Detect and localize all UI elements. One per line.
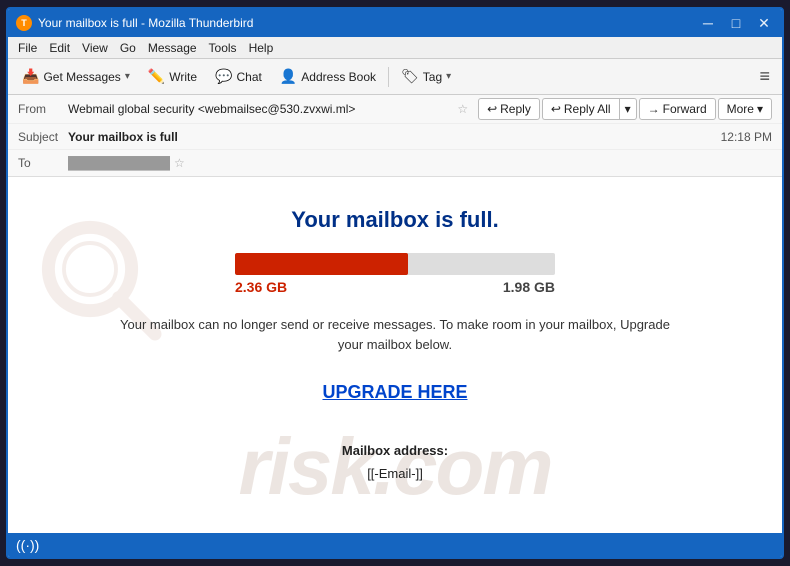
storage-progress: 2.36 GB 1.98 GB <box>235 253 555 295</box>
to-label: To <box>18 156 68 170</box>
email-time: 12:18 PM <box>721 130 772 144</box>
reply-button[interactable]: ↩ Reply <box>478 98 540 120</box>
minimize-button[interactable]: ─ <box>698 13 718 33</box>
menu-message[interactable]: Message <box>142 39 203 57</box>
close-button[interactable]: ✕ <box>754 13 774 33</box>
subject-value: Your mailbox is full <box>68 130 721 144</box>
status-icon: ((·)) <box>16 537 39 553</box>
status-bar: ((·)) <box>8 533 782 557</box>
reply-icon: ↩ <box>487 102 497 116</box>
forward-button[interactable]: → Forward <box>639 98 716 120</box>
menu-edit[interactable]: Edit <box>43 39 76 57</box>
progress-bar-background <box>235 253 555 275</box>
tag-dropdown-icon[interactable]: ▾ <box>446 71 451 82</box>
from-row: From Webmail global security <webmailsec… <box>8 95 782 124</box>
reply-actions: ↩ Reply ↩ Reply All ▾ → Forward More ▾ <box>478 98 772 120</box>
more-dropdown-icon: ▾ <box>757 102 763 116</box>
email-content: Your mailbox is full. 2.36 GB 1.98 GB Yo… <box>8 177 782 516</box>
window-title: Your mailbox is full - Mozilla Thunderbi… <box>38 16 698 30</box>
to-star-icon[interactable]: ☆ <box>174 156 185 170</box>
app-icon: T <box>16 15 32 31</box>
chat-button[interactable]: 💬 Chat <box>207 64 270 89</box>
to-value: ████████████ <box>68 156 170 170</box>
application-window: T Your mailbox is full - Mozilla Thunder… <box>6 7 784 559</box>
get-messages-dropdown-icon[interactable]: ▾ <box>125 71 130 82</box>
maximize-button[interactable]: □ <box>726 13 746 33</box>
menu-tools[interactable]: Tools <box>203 39 243 57</box>
get-messages-icon: 📥 <box>22 68 39 85</box>
menu-file[interactable]: File <box>12 39 43 57</box>
mailbox-label: Mailbox address: <box>342 443 448 458</box>
toolbar-separator <box>388 67 389 87</box>
mailbox-value: [[-Email-]] <box>367 466 423 481</box>
more-button[interactable]: More ▾ <box>718 98 772 120</box>
menu-bar: File Edit View Go Message Tools Help <box>8 37 782 59</box>
main-toolbar: 📥 Get Messages ▾ ✏️ Write 💬 Chat 👤 Addre… <box>8 59 782 95</box>
menu-go[interactable]: Go <box>114 39 142 57</box>
subject-row: Subject Your mailbox is full 12:18 PM <box>8 124 782 150</box>
write-button[interactable]: ✏️ Write <box>140 64 205 89</box>
to-row: To ████████████ ☆ <box>8 150 782 176</box>
write-icon: ✏️ <box>148 68 165 85</box>
tag-icon: 🏷 <box>401 68 419 85</box>
from-value: Webmail global security <webmailsec@530.… <box>68 102 453 116</box>
address-book-icon: 👤 <box>280 68 297 85</box>
address-book-button[interactable]: 👤 Address Book <box>272 64 384 89</box>
hamburger-menu-button[interactable]: ≡ <box>753 66 776 87</box>
upgrade-link[interactable]: UPGRADE HERE <box>322 382 467 403</box>
menu-help[interactable]: Help <box>243 39 280 57</box>
email-description: Your mailbox can no longer send or recei… <box>120 315 670 354</box>
reply-all-dropdown-button[interactable]: ▾ <box>619 98 637 120</box>
email-body: risk.com Your mailbox is full. 2.36 GB 1… <box>8 177 782 533</box>
email-header: From Webmail global security <webmailsec… <box>8 95 782 177</box>
chat-icon: 💬 <box>215 68 232 85</box>
subject-label: Subject <box>18 130 68 144</box>
mailbox-info: Mailbox address: [[-Email-]] <box>48 439 742 486</box>
reply-all-icon: ↩ <box>551 102 561 116</box>
progress-labels: 2.36 GB 1.98 GB <box>235 279 555 295</box>
used-storage-label: 2.36 GB <box>235 279 287 295</box>
tag-button[interactable]: 🏷 Tag ▾ <box>393 64 459 89</box>
limit-storage-label: 1.98 GB <box>503 279 555 295</box>
progress-bar-fill <box>235 253 408 275</box>
window-controls: ─ □ ✕ <box>698 13 774 33</box>
from-label: From <box>18 102 68 116</box>
title-bar: T Your mailbox is full - Mozilla Thunder… <box>8 9 782 37</box>
menu-view[interactable]: View <box>76 39 114 57</box>
email-title: Your mailbox is full. <box>48 207 742 233</box>
get-messages-button[interactable]: 📥 Get Messages ▾ <box>14 64 138 89</box>
reply-all-button[interactable]: ↩ Reply All <box>542 98 619 120</box>
reply-all-group: ↩ Reply All ▾ <box>542 98 637 120</box>
forward-icon: → <box>648 102 660 116</box>
star-icon[interactable]: ☆ <box>457 102 468 116</box>
